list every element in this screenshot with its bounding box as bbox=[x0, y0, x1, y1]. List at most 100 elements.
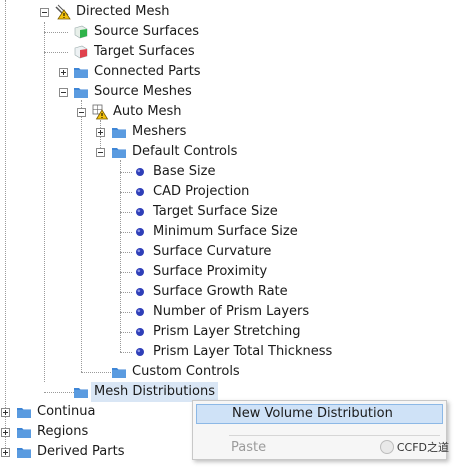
expand-toggle[interactable] bbox=[59, 68, 68, 77]
auto-mesh-warning-icon bbox=[92, 104, 108, 120]
tree-node-label: Surface Curvature bbox=[153, 244, 272, 259]
folder-icon bbox=[111, 364, 127, 380]
folder-icon bbox=[111, 124, 127, 140]
folder-icon bbox=[16, 404, 32, 420]
tree-node-auto-mesh[interactable]: Auto Mesh bbox=[92, 102, 182, 122]
tree-node-control[interactable]: Surface Growth Rate bbox=[132, 282, 288, 302]
tree-node-control[interactable]: Number of Prism Layers bbox=[132, 302, 309, 322]
tree-node-label: Source Meshes bbox=[94, 84, 192, 99]
tree-node-meshers[interactable]: Meshers bbox=[111, 122, 186, 142]
control-dot-icon bbox=[132, 324, 148, 340]
tree-node-label: Surface Proximity bbox=[153, 264, 268, 279]
collapse-toggle[interactable] bbox=[77, 108, 86, 117]
tree-node-label: Custom Controls bbox=[132, 364, 240, 379]
tree-node-label: Target Surfaces bbox=[94, 44, 195, 59]
expand-toggle[interactable] bbox=[1, 428, 10, 437]
tree-connector bbox=[44, 22, 45, 382]
tree-node-label: Surface Growth Rate bbox=[153, 284, 288, 299]
tree-node-control[interactable]: CAD Projection bbox=[132, 182, 249, 202]
watermark: CCFD之道 bbox=[379, 439, 449, 455]
tree-node-source-meshes[interactable]: Source Meshes bbox=[73, 82, 192, 102]
control-dot-icon bbox=[132, 264, 148, 280]
tree-node-label: CAD Projection bbox=[153, 184, 250, 199]
surface-red-icon bbox=[73, 44, 89, 60]
tree-node-control[interactable]: Target Surface Size bbox=[132, 202, 278, 222]
expand-toggle[interactable] bbox=[1, 448, 10, 457]
tree-node-label: Source Surfaces bbox=[94, 24, 200, 39]
tree-node-derived-parts[interactable]: Derived Parts bbox=[16, 442, 124, 462]
collapse-toggle[interactable] bbox=[96, 148, 105, 157]
tree-node-connected-parts[interactable]: Connected Parts bbox=[73, 62, 201, 82]
folder-icon bbox=[73, 84, 89, 100]
tree-node-label: Prism Layer Stretching bbox=[153, 324, 301, 339]
expand-toggle[interactable] bbox=[96, 128, 105, 137]
tree-connector bbox=[120, 272, 132, 273]
menu-item-new-volume-distribution[interactable]: New Volume Distribution bbox=[196, 404, 443, 424]
tree-connector bbox=[120, 212, 132, 213]
tree-connector bbox=[120, 352, 132, 353]
collapse-toggle[interactable] bbox=[59, 88, 68, 97]
tree-node-label: Default Controls bbox=[132, 144, 238, 159]
tree-node-control[interactable]: Surface Proximity bbox=[132, 262, 267, 282]
tree-connector bbox=[81, 100, 82, 372]
tree-node-label: Auto Mesh bbox=[113, 104, 182, 119]
tree-node-label: Minimum Surface Size bbox=[153, 224, 298, 239]
simulation-tree: Directed Mesh Source Surfaces Target Sur… bbox=[0, 0, 457, 467]
tree-connector bbox=[44, 32, 68, 33]
tree-node-label: Derived Parts bbox=[37, 444, 125, 459]
tree-node-label: Prism Layer Total Thickness bbox=[153, 344, 333, 359]
tree-node-mesh-distributions[interactable]: Mesh Distributions bbox=[73, 382, 218, 402]
folder-icon bbox=[73, 384, 89, 400]
tree-node-label: Directed Mesh bbox=[76, 4, 170, 19]
control-dot-icon bbox=[132, 224, 148, 240]
tree-node-source-surfaces[interactable]: Source Surfaces bbox=[73, 22, 199, 42]
tree-node-label: Regions bbox=[37, 424, 89, 439]
tree-node-label: Continua bbox=[37, 404, 96, 419]
control-dot-icon bbox=[132, 164, 148, 180]
tree-node-label: Meshers bbox=[132, 124, 187, 139]
tree-node-directed-mesh[interactable]: Directed Mesh bbox=[55, 2, 170, 22]
control-dot-icon bbox=[132, 244, 148, 260]
menu-separator bbox=[229, 435, 440, 436]
tree-connector bbox=[120, 252, 132, 253]
control-dot-icon bbox=[132, 184, 148, 200]
tree-node-label: Connected Parts bbox=[94, 64, 201, 79]
folder-icon bbox=[16, 444, 32, 460]
watermark-text: CCFD之道 bbox=[396, 441, 449, 454]
tree-node-label: Base Size bbox=[153, 164, 216, 179]
directed-mesh-warning-icon bbox=[55, 4, 71, 20]
tree-connector bbox=[120, 172, 132, 173]
tree-connector bbox=[120, 312, 132, 313]
tree-connector bbox=[5, 0, 6, 452]
tree-connector bbox=[120, 332, 132, 333]
tree-node-label: Number of Prism Layers bbox=[153, 304, 310, 319]
tree-node-target-surfaces[interactable]: Target Surfaces bbox=[73, 42, 195, 62]
tree-connector bbox=[120, 232, 132, 233]
tree-node-control[interactable]: Base Size bbox=[132, 162, 215, 182]
collapse-toggle[interactable] bbox=[40, 8, 49, 17]
tree-node-continua[interactable]: Continua bbox=[16, 402, 95, 422]
tree-connector bbox=[120, 160, 121, 352]
tree-connector bbox=[120, 192, 132, 193]
tree-connector bbox=[81, 372, 111, 373]
tree-node-default-controls[interactable]: Default Controls bbox=[111, 142, 237, 162]
expand-toggle[interactable] bbox=[1, 408, 10, 417]
tree-node-control[interactable]: Prism Layer Stretching bbox=[132, 322, 301, 342]
tree-connector bbox=[44, 52, 68, 53]
tree-node-regions[interactable]: Regions bbox=[16, 422, 88, 442]
tree-node-custom-controls[interactable]: Custom Controls bbox=[111, 362, 240, 382]
folder-icon bbox=[16, 424, 32, 440]
folder-icon bbox=[73, 64, 89, 80]
control-dot-icon bbox=[132, 344, 148, 360]
control-dot-icon bbox=[132, 284, 148, 300]
control-dot-icon bbox=[132, 204, 148, 220]
tree-node-label: Target Surface Size bbox=[153, 204, 278, 219]
tree-node-control[interactable]: Minimum Surface Size bbox=[132, 222, 298, 242]
tree-connector bbox=[44, 392, 74, 393]
tree-connector bbox=[120, 292, 132, 293]
tree-node-control[interactable]: Prism Layer Total Thickness bbox=[132, 342, 332, 362]
control-dot-icon bbox=[132, 304, 148, 320]
tree-node-label: Mesh Distributions bbox=[91, 382, 218, 402]
watermark-logo-icon bbox=[379, 440, 394, 454]
tree-node-control[interactable]: Surface Curvature bbox=[132, 242, 271, 262]
